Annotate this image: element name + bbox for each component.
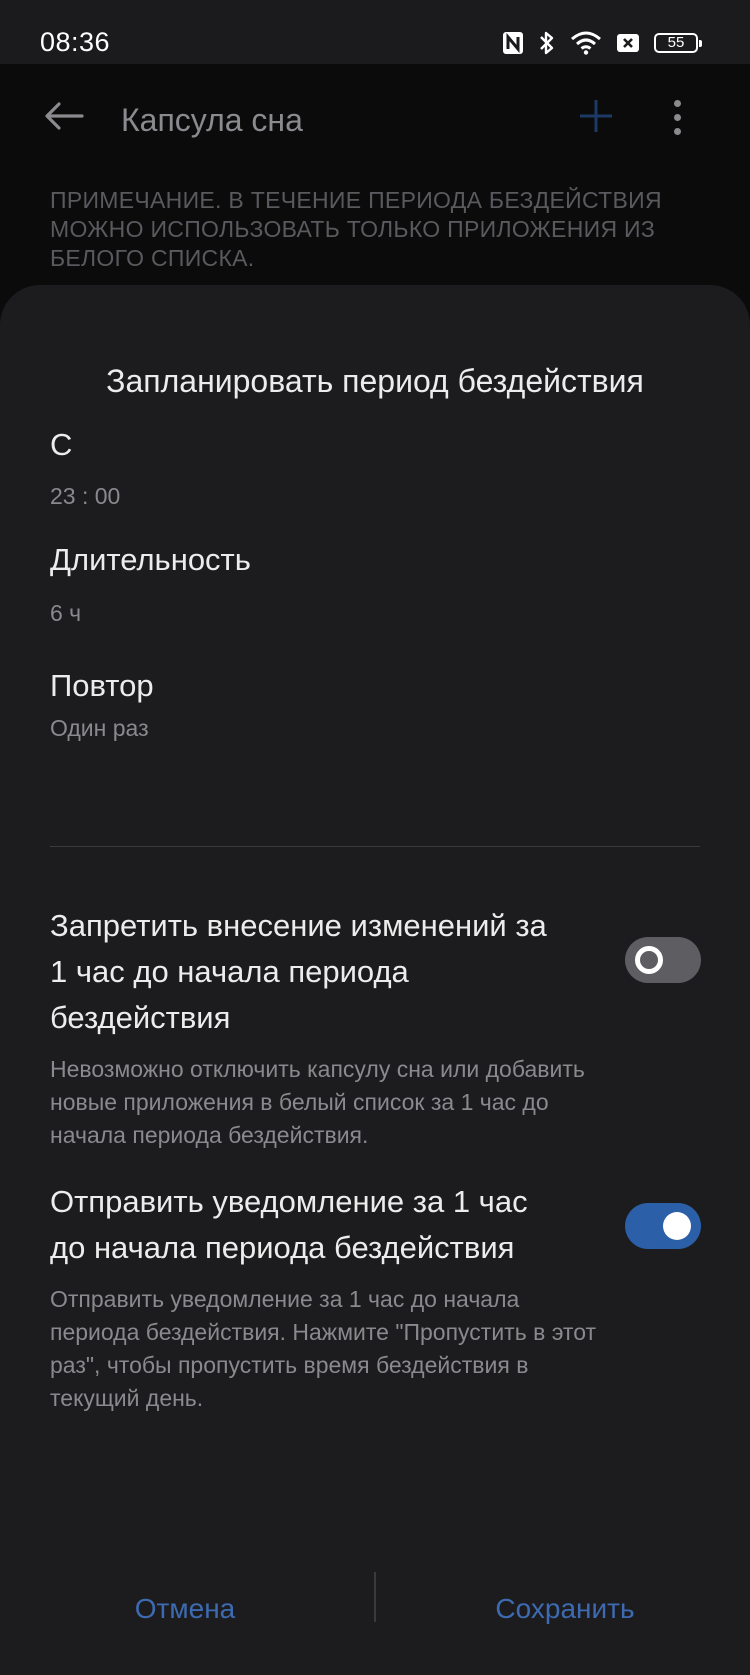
repeat-label: Повтор xyxy=(50,668,154,703)
button-divider xyxy=(374,1572,376,1622)
notify-switch[interactable] xyxy=(625,1203,701,1249)
switch-knob xyxy=(663,1212,691,1240)
start-time-label: С xyxy=(50,427,73,462)
switch-knob xyxy=(635,946,663,974)
notify-title: Отправить уведомление за 1 час до начала… xyxy=(50,1184,528,1265)
duration-value: 6 ч xyxy=(50,600,82,626)
save-button[interactable]: Сохранить xyxy=(470,1593,660,1625)
block-changes-switch[interactable] xyxy=(625,937,701,983)
duration-label: Длительность xyxy=(50,542,251,577)
add-icon[interactable] xyxy=(578,98,614,139)
battery-icon: 55 xyxy=(654,33,702,53)
block-changes-title: Запретить внесение изменений за 1 час до… xyxy=(50,908,547,1035)
block-changes-description: Невозможно отключить капсулу сна или доб… xyxy=(50,1056,585,1148)
sim-none-icon xyxy=(616,33,640,53)
page-title: Капсула сна xyxy=(121,102,303,138)
back-arrow-icon[interactable] xyxy=(44,101,84,136)
divider xyxy=(50,846,700,847)
start-time-value: 23 : 00 xyxy=(50,483,121,509)
whitelist-note: ПРИМЕЧАНИЕ. В ТЕЧЕНИЕ ПЕРИОДА БЕЗДЕЙСТВИ… xyxy=(50,187,662,271)
more-vertical-icon[interactable] xyxy=(672,100,682,138)
cancel-button[interactable]: Отмена xyxy=(110,1593,260,1625)
schedule-sheet: Запланировать период бездействия С 23 : … xyxy=(0,285,750,1675)
bluetooth-icon xyxy=(538,30,556,56)
sheet-title: Запланировать период бездействия xyxy=(106,363,644,399)
screen: 08:36 55 Капсула сна ПРИМЕЧАНИЕ. В ТЕЧЕН… xyxy=(0,0,750,1675)
repeat-value: Один раз xyxy=(50,715,149,741)
notify-description: Отправить уведомление за 1 час до начала… xyxy=(50,1286,597,1411)
app-bar: Капсула сна xyxy=(0,64,750,174)
wifi-icon xyxy=(570,31,602,55)
status-time: 08:36 xyxy=(40,27,111,57)
status-bar: 08:36 55 xyxy=(0,0,750,64)
status-icons: 55 xyxy=(502,28,702,58)
nfc-icon xyxy=(502,31,524,55)
